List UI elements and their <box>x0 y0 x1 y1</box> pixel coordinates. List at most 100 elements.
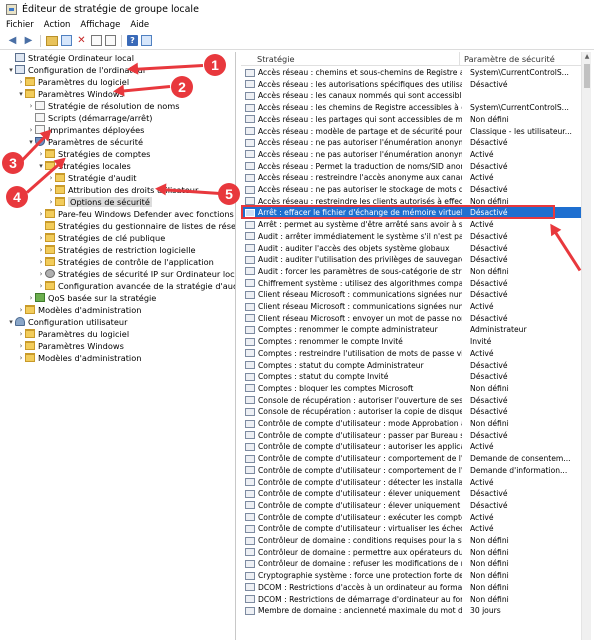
policy-row[interactable]: Audit : arrêter immédiatement le système… <box>241 231 581 242</box>
policy-row[interactable]: Console de récupération : autoriser la c… <box>241 406 581 417</box>
policy-row[interactable]: Accès réseau : restreindre l'accès anony… <box>241 172 581 183</box>
policy-row[interactable]: Accès réseau : modèle de partage et de s… <box>241 126 581 137</box>
tree-item[interactable]: Stratégie Ordinateur local <box>7 52 134 63</box>
tree-item[interactable]: › Modèles d'administration <box>17 352 142 363</box>
tree-item[interactable]: › Configuration avancée de la stratégie d… <box>37 280 235 291</box>
menu-view[interactable]: Affichage <box>80 20 120 30</box>
tree-item[interactable]: › Stratégie de résolution de noms <box>27 100 180 111</box>
show-hide-icon[interactable] <box>141 35 152 46</box>
policy-row[interactable]: Audit : auditer l'utilisation des privil… <box>241 254 581 265</box>
policy-row[interactable]: Audit : auditer l'accès des objets systè… <box>241 243 581 254</box>
policy-row[interactable]: Accès réseau : les partages qui sont acc… <box>241 114 581 125</box>
policy-row[interactable]: Contrôle de compte d'utilisateur : détec… <box>241 477 581 488</box>
tree-item[interactable]: › Stratégie d'audit <box>47 172 137 183</box>
policy-row[interactable]: DCOM : Restrictions de démarrage d'ordin… <box>241 594 581 605</box>
policy-row[interactable]: Contrôleur de domaine : conditions requi… <box>241 535 581 546</box>
tree-item[interactable]: › Paramètres Windows <box>17 340 124 351</box>
policy-row[interactable]: Accès réseau : ne pas autoriser l'énumér… <box>241 137 581 148</box>
policy-row[interactable]: Contrôle de compte d'utilisateur : mode … <box>241 418 581 429</box>
folder-up-icon[interactable] <box>46 35 58 46</box>
policy-row[interactable]: Contrôleur de domaine : refuser les modi… <box>241 558 581 569</box>
expand-chevron-icon[interactable]: ▾ <box>7 318 15 326</box>
tree-item[interactable]: › Options de sécurité <box>47 196 152 207</box>
vertical-scrollbar[interactable]: ▲ <box>581 52 591 640</box>
console-tree-icon[interactable] <box>61 35 72 46</box>
collapse-chevron-icon[interactable]: › <box>37 282 45 290</box>
tree-item[interactable]: › Pare-feu Windows Defender avec fonction… <box>37 208 235 219</box>
policy-row[interactable]: Accès réseau : les chemins de Registre a… <box>241 102 581 113</box>
policy-row[interactable]: DCOM : Restrictions d'accès à un ordinat… <box>241 582 581 593</box>
policy-row[interactable]: Contrôle de compte d'utilisateur : virtu… <box>241 523 581 534</box>
tree-item[interactable]: Scripts (démarrage/arrêt) <box>27 112 153 123</box>
collapse-chevron-icon[interactable]: › <box>47 186 55 194</box>
export-icon[interactable] <box>105 35 116 46</box>
policy-row[interactable]: Comptes : statut du compte Invité Désacti… <box>241 371 581 382</box>
collapse-chevron-icon[interactable]: › <box>17 342 25 350</box>
column-header-setting[interactable]: Paramètre de sécurité <box>460 52 581 65</box>
tree-item[interactable]: › Modèles d'administration <box>17 304 142 315</box>
policy-row[interactable]: Accès réseau : Permet la traduction de n… <box>241 161 581 172</box>
tree-item[interactable]: › Stratégies de comptes <box>37 148 151 159</box>
tree-item[interactable]: ▾ Configuration de l'ordinateur <box>7 64 146 75</box>
policy-row[interactable]: Contrôle de compte d'utilisateur : passe… <box>241 430 581 441</box>
delete-icon[interactable]: ✕ <box>75 34 88 47</box>
policy-row[interactable]: Cryptographie système : force une protec… <box>241 570 581 581</box>
collapse-chevron-icon[interactable]: › <box>37 150 45 158</box>
policy-row[interactable]: Comptes : restreindre l'utilisation de m… <box>241 348 581 359</box>
tree-item[interactable]: › Stratégies de sécurité IP sur Ordinateu… <box>37 268 235 279</box>
expand-chevron-icon[interactable]: ▾ <box>37 162 45 170</box>
policy-row[interactable]: Client réseau Microsoft : communications… <box>241 289 581 300</box>
policy-row[interactable]: Accès réseau : ne pas autoriser l'énumér… <box>241 149 581 160</box>
tree-item[interactable]: ▾ Configuration utilisateur <box>7 316 127 327</box>
collapse-chevron-icon[interactable]: › <box>17 306 25 314</box>
policy-row[interactable]: Client réseau Microsoft : envoyer un mot… <box>241 313 581 324</box>
policy-row[interactable]: Comptes : renommer le compte Invité Invit… <box>241 336 581 347</box>
policy-row[interactable]: Accès réseau : les canaux nommés qui son… <box>241 90 581 101</box>
collapse-chevron-icon[interactable]: › <box>17 78 25 86</box>
policy-row[interactable]: Contrôle de compte d'utilisateur : autor… <box>241 441 581 452</box>
collapse-chevron-icon[interactable]: › <box>47 198 55 206</box>
policy-row[interactable]: Membre de domaine : ancienneté maximale … <box>241 605 581 616</box>
tree-item[interactable]: › Stratégies de contrôle de l'application <box>37 256 214 267</box>
help-icon[interactable]: ? <box>127 35 138 46</box>
column-header-policy[interactable]: Stratégie <box>241 52 460 65</box>
forward-arrow-icon[interactable]: ▶ <box>22 34 35 47</box>
collapse-chevron-icon[interactable]: › <box>37 270 45 278</box>
collapse-chevron-icon[interactable]: › <box>37 210 45 218</box>
tree-item[interactable]: › QoS basée sur la stratégie <box>27 292 157 303</box>
collapse-chevron-icon[interactable]: › <box>17 354 25 362</box>
policy-row[interactable]: Contrôle de compte d'utilisateur : éleve… <box>241 488 581 499</box>
policy-row[interactable]: Contrôle de compte d'utilisateur : compo… <box>241 465 581 476</box>
policy-row[interactable]: Audit : forcer les paramètres de sous-ca… <box>241 266 581 277</box>
policy-row[interactable]: Accès réseau : chemins et sous-chemins d… <box>241 67 581 78</box>
policy-row[interactable]: Chiffrement système : utilisez des algor… <box>241 278 581 289</box>
scrollbar-thumb[interactable] <box>584 64 590 88</box>
policy-row[interactable]: Contrôle de compte d'utilisateur : éleve… <box>241 500 581 511</box>
scroll-up-icon[interactable]: ▲ <box>582 52 591 62</box>
policy-row[interactable]: Contrôle de compte d'utilisateur : compo… <box>241 453 581 464</box>
policy-row[interactable]: Comptes : bloquer les comptes Microsoft N… <box>241 383 581 394</box>
tree-item[interactable]: ▾ Paramètres Windows <box>17 88 124 99</box>
back-arrow-icon[interactable]: ◀ <box>6 34 19 47</box>
collapse-chevron-icon[interactable]: › <box>37 258 45 266</box>
policy-row[interactable]: Comptes : renommer le compte administrat… <box>241 324 581 335</box>
collapse-chevron-icon[interactable]: › <box>37 246 45 254</box>
menu-action[interactable]: Action <box>44 20 71 30</box>
collapse-chevron-icon[interactable]: › <box>27 126 35 134</box>
expand-chevron-icon[interactable]: ▾ <box>17 90 25 98</box>
policy-row[interactable]: Client réseau Microsoft : communications… <box>241 301 581 312</box>
policy-row[interactable]: Accès réseau : ne pas autoriser le stock… <box>241 184 581 195</box>
collapse-chevron-icon[interactable]: › <box>27 294 35 302</box>
menu-help[interactable]: Aide <box>130 20 149 30</box>
collapse-chevron-icon[interactable]: › <box>17 330 25 338</box>
policy-row[interactable]: Arrêt : permet au système d'être arrêté … <box>241 219 581 230</box>
expand-chevron-icon[interactable]: ▾ <box>7 66 15 74</box>
tree-item[interactable]: › Stratégies de clé publique <box>37 232 166 243</box>
collapse-chevron-icon[interactable]: › <box>37 234 45 242</box>
policy-row[interactable]: Contrôleur de domaine : permettre aux op… <box>241 547 581 558</box>
policy-row[interactable]: Comptes : statut du compte Administrateu… <box>241 360 581 371</box>
policy-row[interactable]: Console de récupération : autoriser l'ou… <box>241 395 581 406</box>
policy-row[interactable]: Accès réseau : les autorisations spécifi… <box>241 79 581 90</box>
tree-item[interactable]: › Paramètres du logiciel <box>17 328 130 339</box>
collapse-chevron-icon[interactable]: › <box>27 102 35 110</box>
